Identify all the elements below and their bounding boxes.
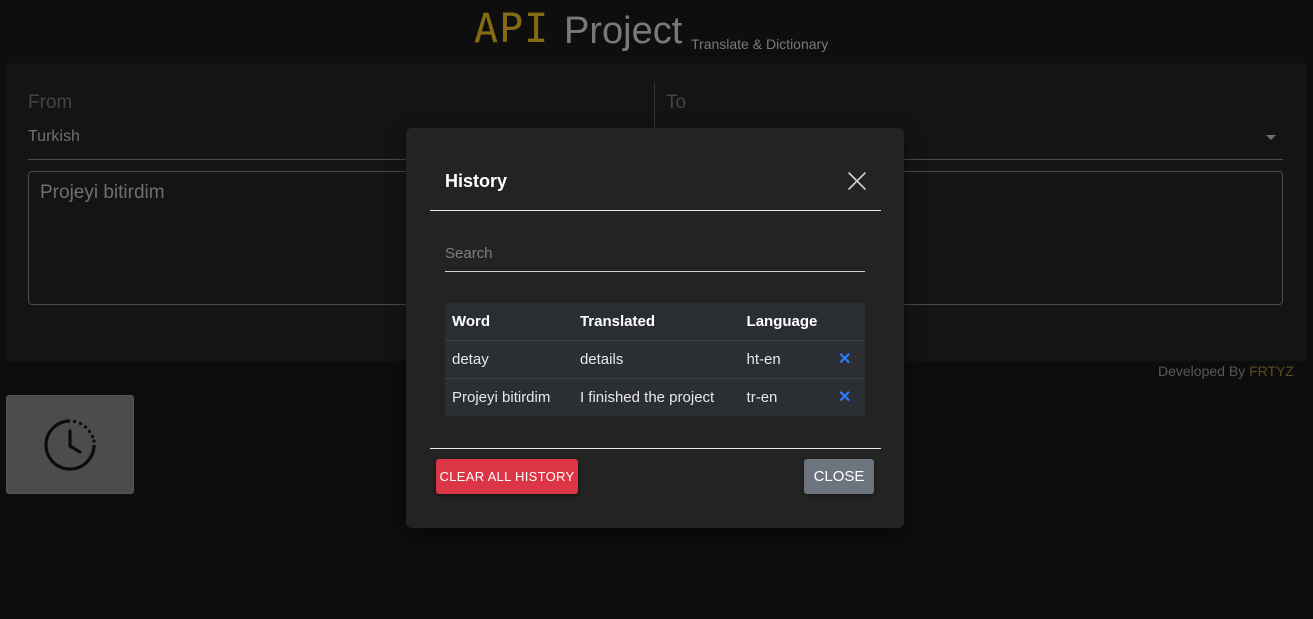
modal-footer-divider — [430, 448, 881, 449]
table-header-row: Word Translated Language — [445, 303, 865, 340]
modal-header-divider — [430, 210, 881, 211]
column-header-actions — [824, 303, 865, 340]
table-row: Projeyi bitirdim I finished the project … — [445, 378, 865, 416]
clear-all-history-button[interactable]: CLEAR ALL HISTORY — [436, 459, 578, 494]
delete-row-cell: ✕ — [824, 378, 865, 416]
delete-icon[interactable]: ✕ — [838, 389, 851, 406]
close-icon[interactable] — [846, 170, 868, 192]
history-modal: History Word Translated Language detay d… — [406, 128, 904, 528]
cell-language: ht-en — [746, 350, 781, 368]
cell-language: tr-en — [746, 388, 778, 406]
delete-icon[interactable]: ✕ — [838, 351, 851, 368]
column-header-word: Word — [452, 312, 491, 330]
column-header-language: Language — [746, 312, 818, 330]
cell-translated: I finished the project — [579, 388, 715, 406]
cell-translated: details — [579, 350, 624, 368]
delete-row-cell: ✕ — [824, 340, 865, 378]
cell-word: detay — [452, 350, 489, 368]
history-search-input[interactable] — [445, 236, 865, 272]
column-header-translated: Translated — [579, 312, 655, 330]
history-table: Word Translated Language detay details h… — [445, 303, 865, 416]
modal-title: History — [445, 171, 508, 191]
close-button[interactable]: CLOSE — [804, 459, 874, 494]
table-row: detay details ht-en ✕ — [445, 340, 865, 378]
cell-word: Projeyi bitirdim — [452, 388, 551, 406]
